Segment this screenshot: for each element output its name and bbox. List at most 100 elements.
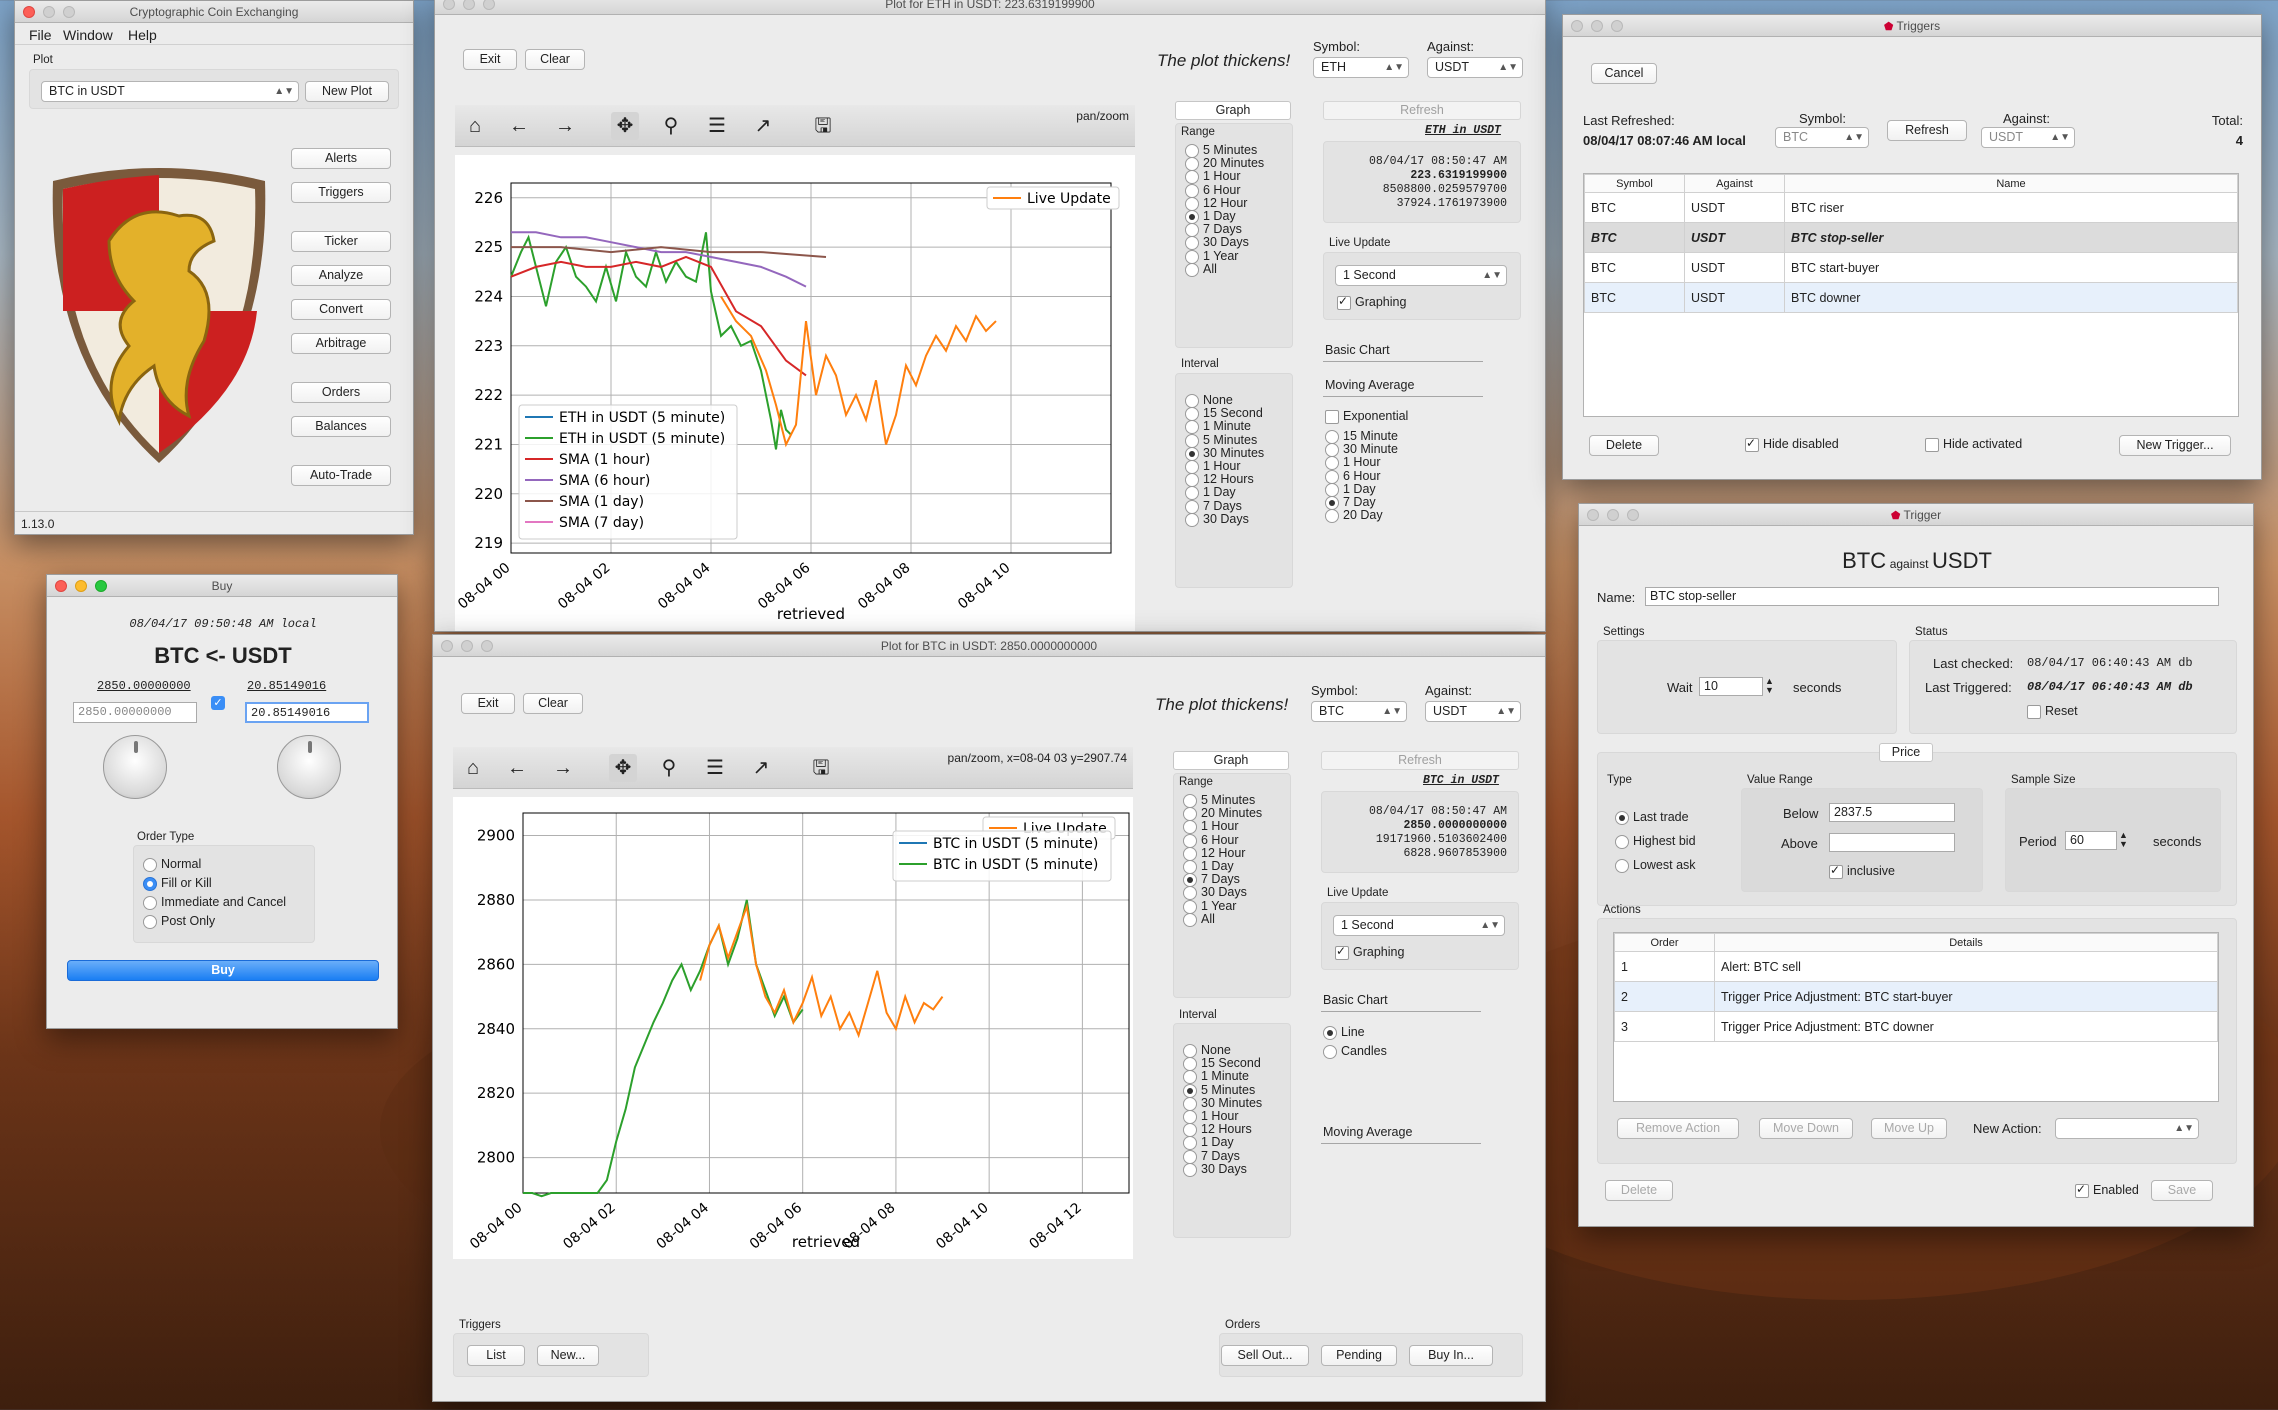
edit-axis-icon[interactable]: ↗ [747,754,775,782]
orders-button[interactable]: Orders [291,382,391,403]
eth-chart[interactable]: 21922022122222322422522608-04 00 08-04 02… [455,155,1135,631]
zoom-icon[interactable] [481,640,493,652]
col-symbol[interactable]: Symbol [1584,174,1685,193]
back-arrow-icon[interactable]: ← [505,112,533,140]
price-tab[interactable]: Price [1879,743,1933,762]
exponential-checkbox[interactable]: Exponential [1325,409,1408,424]
exit-button[interactable]: Exit [463,49,517,70]
live-update-select[interactable]: 1 Second ▲▼ [1333,915,1505,936]
refresh-button[interactable]: Refresh [1887,120,1967,141]
table-row[interactable]: 2 Trigger Price Adjustment: BTC start-buy… [1614,981,2218,1012]
symbol-select[interactable]: ETH ▲▼ [1313,57,1409,78]
analyze-button[interactable]: Analyze [291,265,391,286]
left-knob[interactable] [103,735,167,799]
home-icon[interactable]: ⌂ [461,112,489,140]
triggers-new-button[interactable]: New... [537,1345,599,1366]
order-post-only-radio[interactable]: Post Only [143,914,215,929]
btc-chart[interactable]: 28002820284028602880290008-04 00 08-04 02… [453,797,1133,1259]
below-input[interactable]: 2837.5 [1829,803,1955,822]
range-all-radio[interactable]: All [1183,912,1215,927]
col-details[interactable]: Details [1714,933,2218,952]
minimize-icon[interactable] [75,580,87,592]
close-icon[interactable] [55,580,67,592]
range-all-radio[interactable]: All [1185,262,1217,277]
ticker-button[interactable]: Ticker [291,231,391,252]
refresh-tab[interactable]: Refresh [1323,101,1521,120]
graph-tab[interactable]: Graph [1175,101,1291,120]
period-input[interactable]: 60 [2065,831,2117,850]
subplots-sliders-icon[interactable]: ☰ [701,754,729,782]
hide-activated-checkbox[interactable]: Hide activated [1925,437,2022,452]
table-row[interactable]: 1 Alert: BTC sell [1614,951,2218,982]
zoom-icon[interactable] [1611,20,1623,32]
symbol-select[interactable]: BTC ▲▼ [1311,701,1407,722]
order-normal-radio[interactable]: Normal [143,857,201,872]
against-select[interactable]: USDT ▲▼ [1425,701,1521,722]
type-last-trade-radio[interactable]: Last trade [1615,810,1689,825]
enabled-checkbox[interactable]: Enabled [2075,1182,2139,1198]
buy-in-button[interactable]: Buy In... [1409,1345,1493,1366]
minimize-icon[interactable] [1591,20,1603,32]
order-fill-or-kill-radio[interactable]: Fill or Kill [143,876,212,891]
zoom-icon[interactable] [63,6,75,18]
graphing-checkbox[interactable]: Graphing [1337,294,1406,310]
table-row[interactable]: BTC USDT BTC riser [1584,192,2238,223]
plot-select[interactable]: BTC in USDT ▲▼ [41,81,299,102]
close-icon[interactable] [1587,509,1599,521]
graphing-checkbox[interactable]: Graphing [1335,944,1404,960]
new-action-select[interactable]: ▲▼ [2055,1118,2199,1139]
clear-button[interactable]: Clear [523,693,583,714]
save-button[interactable]: Save [2151,1180,2213,1201]
close-icon[interactable] [443,0,455,10]
table-row[interactable]: BTC USDT BTC downer [1584,282,2238,313]
basic-chart-section[interactable]: Basic Chart [1323,993,1388,1007]
col-against[interactable]: Against [1684,174,1785,193]
zoom-magnifier-icon[interactable]: ⚲ [657,112,685,140]
actions-table[interactable]: Order Details 1 Alert: BTC sell 2 Trigger P… [1613,932,2219,1102]
chart-line-radio[interactable]: Line [1323,1025,1365,1040]
zoom-icon[interactable] [1627,509,1639,521]
home-icon[interactable]: ⌂ [459,754,487,782]
menu-window[interactable]: Window [63,27,113,43]
pending-button[interactable]: Pending [1321,1345,1397,1366]
right-amount-input[interactable]: 20.85149016 [245,702,369,723]
inclusive-checkbox[interactable]: inclusive [1829,863,1895,879]
basic-chart-section[interactable]: Basic Chart [1325,343,1390,357]
minimize-icon[interactable] [43,6,55,18]
graph-tab[interactable]: Graph [1173,751,1289,770]
table-row[interactable]: BTC USDT BTC stop-seller [1584,222,2238,253]
against-select[interactable]: USDT ▲▼ [1427,57,1523,78]
live-update-select[interactable]: 1 Second ▲▼ [1335,265,1507,286]
link-checkbox[interactable]: ✓ [211,696,225,710]
edit-axis-icon[interactable]: ↗ [749,112,777,140]
col-order[interactable]: Order [1614,933,1715,952]
forward-arrow-icon[interactable]: → [549,754,577,782]
menu-file[interactable]: File [29,27,52,43]
triggers-list-button[interactable]: List [467,1345,525,1366]
chart-candles-radio[interactable]: Candles [1323,1044,1387,1059]
menu-help[interactable]: Help [128,27,157,43]
col-name[interactable]: Name [1784,174,2238,193]
move-down-button[interactable]: Move Down [1759,1118,1853,1139]
table-row[interactable]: 3 Trigger Price Adjustment: BTC downer [1614,1011,2218,1042]
hide-disabled-checkbox[interactable]: Hide disabled [1745,436,1839,452]
ma-20-day-radio[interactable]: 20 Day [1325,508,1383,524]
exit-button[interactable]: Exit [461,693,515,714]
moving-average-section[interactable]: Moving Average [1323,1125,1412,1139]
close-icon[interactable] [1571,20,1583,32]
minimize-icon[interactable] [1607,509,1619,521]
above-input[interactable] [1829,833,1955,852]
cancel-button[interactable]: Cancel [1591,63,1657,84]
arbitrage-button[interactable]: Arbitrage [291,333,391,354]
against-select[interactable]: USDT ▲▼ [1981,127,2075,148]
new-trigger-button[interactable]: New Trigger... [2119,435,2231,456]
subplots-sliders-icon[interactable]: ☰ [703,112,731,140]
remove-action-button[interactable]: Remove Action [1617,1118,1739,1139]
buy-button[interactable]: Buy [67,960,379,981]
sell-out-button[interactable]: Sell Out... [1221,1345,1309,1366]
delete-button[interactable]: Delete [1589,435,1659,456]
convert-button[interactable]: Convert [291,299,391,320]
reset-checkbox[interactable]: Reset [2027,704,2078,719]
close-icon[interactable] [23,6,35,18]
minimize-icon[interactable] [461,640,473,652]
